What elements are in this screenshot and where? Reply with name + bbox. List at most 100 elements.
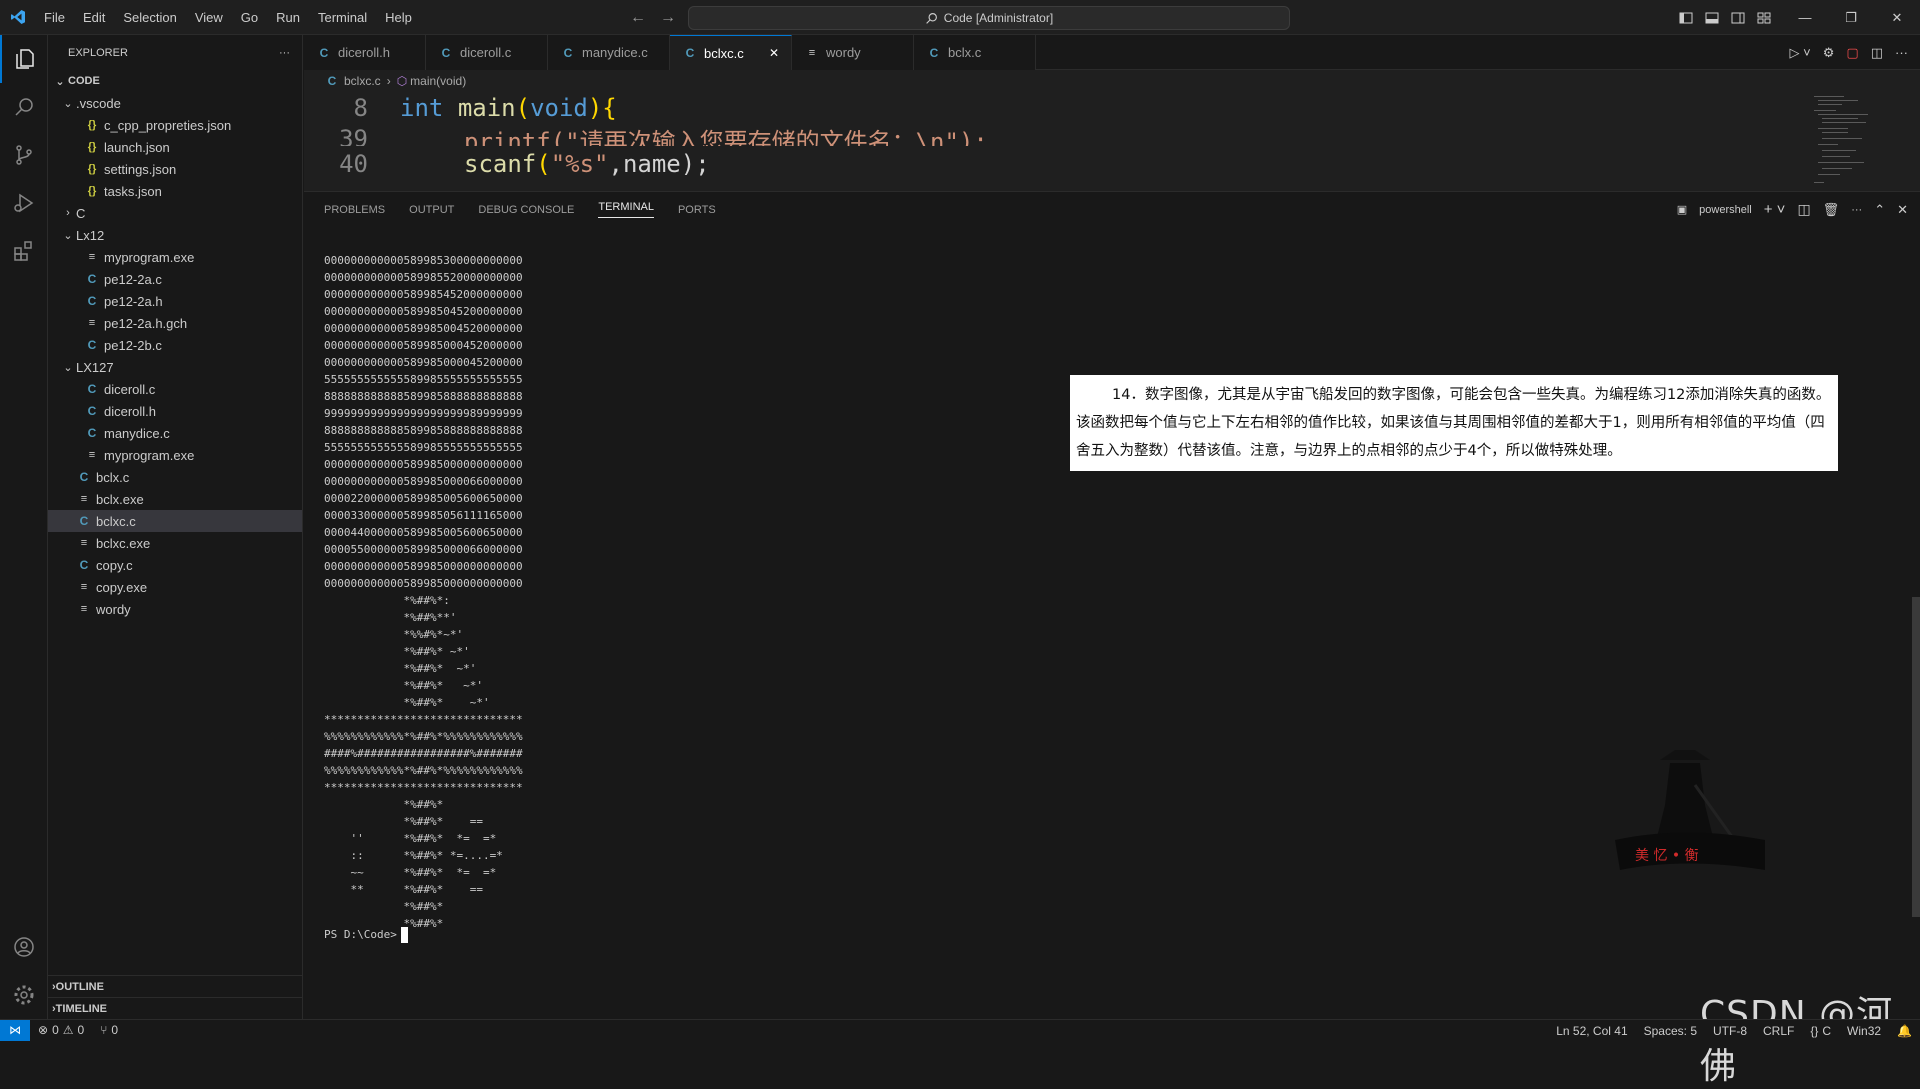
editor-tab[interactable]: Cbclx.c (914, 35, 1036, 70)
end-of-line[interactable]: CRLF (1755, 1024, 1802, 1038)
close-window-icon[interactable]: ✕ (1874, 0, 1920, 35)
customize-layout-icon[interactable] (1756, 10, 1772, 26)
tree-file[interactable]: Cmanydice.c (48, 422, 302, 444)
tree-file[interactable]: ≡ wordy (48, 598, 302, 620)
tab-problems[interactable]: PROBLEMS (324, 204, 385, 216)
tab-terminal[interactable]: TERMINAL (598, 201, 654, 218)
trash-icon[interactable]: 🗑 (1823, 202, 1840, 218)
extensions-icon[interactable] (0, 227, 48, 275)
tree-folder[interactable]: ⌄ LX127 (48, 356, 302, 378)
tab-output[interactable]: OUTPUT (409, 204, 454, 216)
code-line-40[interactable]: 40 scanf("%s",name); (304, 142, 710, 186)
split-editor-icon[interactable]: ◫ (1871, 45, 1883, 61)
menu-go[interactable]: Go (232, 0, 267, 35)
breadcrumb-file[interactable]: bclxc.c (344, 74, 381, 88)
run-file-icon[interactable]: ▷ ˅ (1790, 45, 1811, 61)
tab-ports[interactable]: PORTS (678, 204, 716, 216)
tree-file[interactable]: Ccopy.c (48, 554, 302, 576)
menu-view[interactable]: View (186, 0, 232, 35)
code-editor[interactable]: 8 int main(void){ 39 printf("请再次输入您要存储的文… (304, 92, 1920, 191)
tree-folder[interactable]: ⌄ Lx12 (48, 224, 302, 246)
menu-file[interactable]: File (35, 0, 74, 35)
outline-section[interactable]: › OUTLINE (48, 975, 303, 997)
menu-terminal[interactable]: Terminal (309, 0, 376, 35)
editor-tab[interactable]: Cdiceroll.c (426, 35, 548, 70)
tree-file[interactable]: {} tasks.json (48, 180, 302, 202)
tab-debug-console[interactable]: DEBUG CONSOLE (478, 204, 574, 216)
tree-file[interactable]: Cdiceroll.h (48, 400, 302, 422)
close-tab-icon[interactable]: ✕ (769, 46, 779, 60)
settings-gear-icon[interactable] (0, 971, 48, 1019)
tree-file[interactable]: {} c_cpp_propreties.json (48, 114, 302, 136)
shell-name[interactable]: powershell (1699, 204, 1752, 216)
new-terminal-icon[interactable]: + ˅ (1764, 201, 1786, 218)
terminal-line: *%%#%*~*' (324, 628, 464, 641)
problems-status[interactable]: ⊗ 0 ⚠ 0 (30, 1023, 92, 1037)
tree-folder[interactable]: ⌄ .vscode (48, 92, 302, 114)
remote-indicator-icon[interactable]: ⋈ (0, 1019, 30, 1041)
back-arrow-icon[interactable]: ← (630, 9, 646, 27)
editor-tab[interactable]: Cbclxc.c ✕ (670, 35, 792, 70)
tree-file[interactable]: ≡ pe12-2a.h.gch (48, 312, 302, 334)
gear-icon[interactable]: ⚙ (1823, 45, 1835, 61)
terminal-prompt[interactable]: PS D:\Code> (324, 927, 408, 943)
minimize-icon[interactable]: — (1782, 0, 1828, 35)
platform[interactable]: Win32 (1839, 1024, 1889, 1038)
more-actions-icon[interactable]: ··· (1895, 45, 1908, 60)
more-actions-icon[interactable]: ··· (279, 47, 290, 59)
menu-run[interactable]: Run (267, 0, 309, 35)
tree-file[interactable]: {} launch.json (48, 136, 302, 158)
source-control-icon[interactable] (0, 131, 48, 179)
maximize-panel-icon[interactable]: ⌃ (1874, 202, 1885, 218)
menu-selection[interactable]: Selection (114, 0, 185, 35)
language-mode[interactable]: {} C (1802, 1024, 1839, 1038)
accounts-icon[interactable] (0, 923, 48, 971)
tree-file[interactable]: Cpe12-2b.c (48, 334, 302, 356)
more-actions-icon[interactable]: ··· (1851, 204, 1862, 216)
stop-icon[interactable]: ▢ (1846, 45, 1858, 61)
timeline-section[interactable]: › TIMELINE (48, 997, 303, 1019)
run-debug-icon[interactable] (0, 179, 48, 227)
tree-file[interactable]: ≡ myprogram.exe (48, 444, 302, 466)
sticky-scroll-line[interactable]: 8 int main(void){ (304, 92, 617, 126)
editor-tab[interactable]: Cdiceroll.h (304, 35, 426, 70)
command-center[interactable]: Code [Administrator] (688, 6, 1290, 30)
breadcrumb-symbol[interactable]: main(void) (410, 74, 466, 88)
split-terminal-icon[interactable]: ◫ (1797, 201, 1810, 218)
terminal-output[interactable]: 000000000000589985300000000000 0000000000… (324, 252, 523, 932)
token-function: scanf (464, 150, 537, 178)
tree-file[interactable]: ≡ copy.exe (48, 576, 302, 598)
indentation[interactable]: Spaces: 5 (1636, 1024, 1705, 1038)
terminal-scrollbar[interactable] (1912, 597, 1920, 917)
tree-file[interactable]: Cbclxc.c (48, 510, 302, 532)
toggle-secondary-sidebar-icon[interactable] (1730, 10, 1746, 26)
toggle-sidebar-icon[interactable] (1678, 10, 1694, 26)
encoding[interactable]: UTF-8 (1705, 1024, 1755, 1038)
tree-folder[interactable]: › C (48, 202, 302, 224)
tree-file[interactable]: Cpe12-2a.h (48, 290, 302, 312)
minimap[interactable] (1810, 92, 1880, 191)
workspace-root[interactable]: ⌄ CODE (48, 70, 302, 92)
notifications-bell-icon[interactable]: 🔔 (1889, 1024, 1920, 1038)
explorer-icon[interactable] (0, 35, 48, 83)
tree-file[interactable]: Cpe12-2a.c (48, 268, 302, 290)
toggle-panel-icon[interactable] (1704, 10, 1720, 26)
menu-edit[interactable]: Edit (74, 0, 114, 35)
restore-icon[interactable]: ❐ (1828, 0, 1874, 35)
menu-help[interactable]: Help (376, 0, 421, 35)
tree-file[interactable]: {} settings.json (48, 158, 302, 180)
terminal-line: *%##%* == (324, 815, 483, 828)
cursor-position[interactable]: Ln 52, Col 41 (1548, 1024, 1635, 1038)
tree-file[interactable]: ≡ bclx.exe (48, 488, 302, 510)
forward-arrow-icon[interactable]: → (660, 9, 676, 27)
tree-file[interactable]: Cdiceroll.c (48, 378, 302, 400)
tree-file[interactable]: Cbclx.c (48, 466, 302, 488)
command-center-label: Code [Administrator] (943, 11, 1054, 25)
tree-file[interactable]: ≡ bclxc.exe (48, 532, 302, 554)
editor-tab[interactable]: Cmanydice.c (548, 35, 670, 70)
close-panel-icon[interactable]: ✕ (1897, 202, 1908, 218)
ports-status[interactable]: ⑂ 0 (92, 1023, 126, 1037)
editor-tab[interactable]: ≡ wordy (792, 35, 914, 70)
tree-file[interactable]: ≡ myprogram.exe (48, 246, 302, 268)
search-view-icon[interactable] (0, 83, 48, 131)
